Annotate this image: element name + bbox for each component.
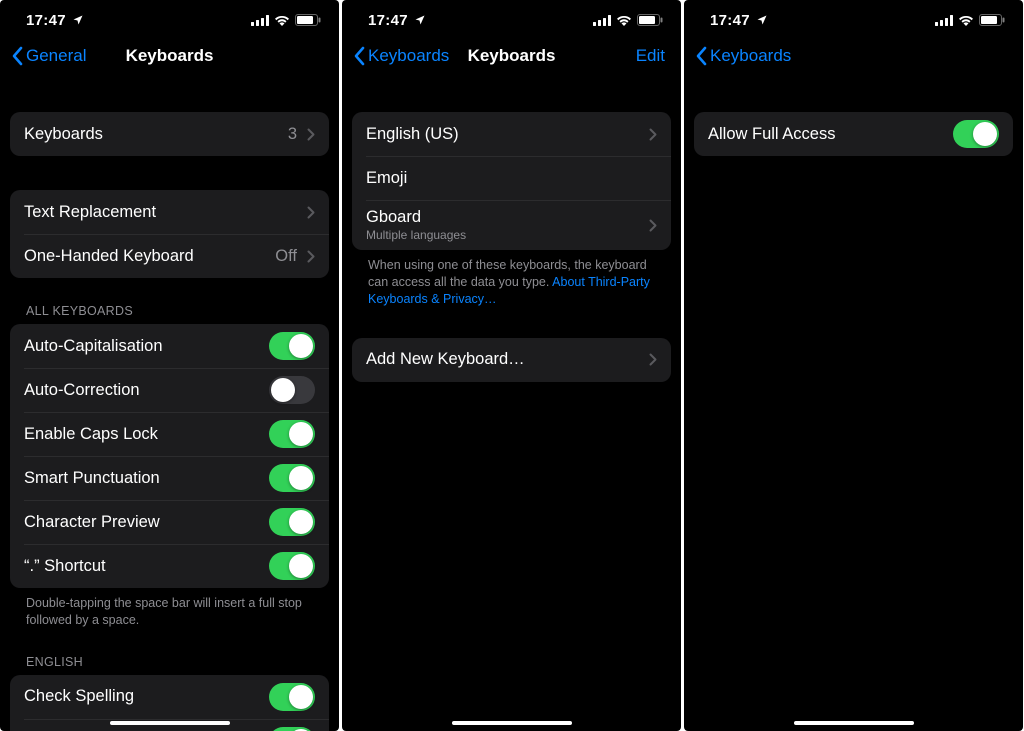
cellular-icon — [251, 15, 269, 26]
cellular-icon — [593, 15, 611, 26]
section-footer-dot-shortcut: Double-tapping the space bar will insert… — [10, 588, 329, 629]
toggle-check-spelling[interactable] — [269, 683, 315, 711]
chevron-left-icon — [692, 46, 710, 66]
cell-value: 3 — [288, 125, 303, 144]
row-keyboards[interactable]: Keyboards 3 — [10, 112, 329, 156]
cell-sublabel: Multiple languages — [366, 228, 645, 242]
screen-keyboard-access: 17:47 Keyboards Allow Full Access — [684, 0, 1023, 731]
cell-label: Check Spelling — [24, 687, 134, 706]
back-label: Keyboards — [368, 46, 449, 66]
back-button[interactable]: Keyboards — [350, 46, 449, 66]
location-icon — [72, 14, 84, 26]
row-add-keyboard[interactable]: Add New Keyboard… — [352, 338, 671, 382]
home-indicator[interactable] — [794, 721, 914, 725]
edit-button[interactable]: Edit — [636, 46, 673, 66]
toggle-caps-lock[interactable] — [269, 420, 315, 448]
nav-bar: General Keyboards — [0, 34, 339, 78]
cell-label: Enable Caps Lock — [24, 425, 158, 444]
nav-bar: Keyboards — [684, 34, 1023, 78]
status-time: 17:47 — [710, 12, 750, 29]
back-button[interactable]: General — [8, 46, 86, 66]
status-bar: 17:47 — [0, 0, 339, 34]
cell-label: Auto-Correction — [24, 381, 140, 400]
chevron-right-icon — [307, 250, 315, 263]
cell-label: Add New Keyboard… — [366, 350, 525, 369]
battery-icon — [295, 14, 321, 26]
back-label: Keyboards — [710, 46, 791, 66]
cell-label: Keyboards — [24, 125, 103, 144]
section-footer-privacy: When using one of these keyboards, the k… — [352, 250, 671, 308]
chevron-right-icon — [649, 128, 657, 141]
cell-label: English (US) — [366, 125, 645, 144]
row-text-replacement[interactable]: Text Replacement — [10, 190, 329, 234]
section-header-english: ENGLISH — [10, 655, 329, 675]
chevron-right-icon — [649, 353, 657, 366]
row-auto-cap[interactable]: Auto-Capitalisation — [10, 324, 329, 368]
back-button[interactable]: Keyboards — [692, 46, 791, 66]
row-keyboard-item[interactable]: GboardMultiple languages — [352, 200, 671, 250]
status-bar: 17:47 — [342, 0, 681, 34]
chevron-left-icon — [8, 46, 26, 66]
cell-label: “.” Shortcut — [24, 557, 106, 576]
cell-label: Character Preview — [24, 513, 160, 532]
toggle-auto-corr[interactable] — [269, 376, 315, 404]
toggle-dot-shortcut[interactable] — [269, 552, 315, 580]
row-caps-lock[interactable]: Enable Caps Lock — [10, 412, 329, 456]
toggle-smart-punc[interactable] — [269, 464, 315, 492]
cell-value: Off — [275, 247, 303, 266]
chevron-right-icon — [307, 128, 315, 141]
row-smart-punc[interactable]: Smart Punctuation — [10, 456, 329, 500]
row-keyboard-item[interactable]: Emoji — [352, 156, 671, 200]
status-time: 17:47 — [26, 12, 66, 29]
cell-label: Emoji — [366, 169, 407, 188]
screen-keyboards-settings: 17:47 Ge — [0, 0, 339, 731]
location-icon — [756, 14, 768, 26]
cell-label: One-Handed Keyboard — [24, 247, 194, 266]
row-check-spelling[interactable]: Check Spelling — [10, 675, 329, 719]
battery-icon — [979, 14, 1005, 26]
chevron-left-icon — [350, 46, 368, 66]
toggle-allow-full-access[interactable] — [953, 120, 999, 148]
row-char-preview[interactable]: Character Preview — [10, 500, 329, 544]
cellular-icon — [935, 15, 953, 26]
cell-label: Text Replacement — [24, 203, 156, 222]
toggle-predictive[interactable] — [269, 727, 315, 731]
screen-keyboards-list: 17:47 Keyboards Keyboards Edit English (… — [342, 0, 681, 731]
home-indicator[interactable] — [110, 721, 230, 725]
cell-label: Smart Punctuation — [24, 469, 160, 488]
section-header-all-keyboards: ALL KEYBOARDS — [10, 304, 329, 324]
row-keyboard-item[interactable]: English (US) — [352, 112, 671, 156]
row-auto-corr[interactable]: Auto-Correction — [10, 368, 329, 412]
cell-label: Allow Full Access — [708, 125, 835, 144]
toggle-auto-cap[interactable] — [269, 332, 315, 360]
cell-label: Auto-Capitalisation — [24, 337, 163, 356]
row-allow-full-access[interactable]: Allow Full Access — [694, 112, 1013, 156]
cell-label: Gboard — [366, 208, 645, 227]
chevron-right-icon — [307, 206, 315, 219]
status-bar: 17:47 — [684, 0, 1023, 34]
chevron-right-icon — [649, 219, 657, 232]
status-time: 17:47 — [368, 12, 408, 29]
wifi-icon — [274, 15, 290, 26]
location-icon — [414, 14, 426, 26]
battery-icon — [637, 14, 663, 26]
back-label: General — [26, 46, 86, 66]
nav-bar: Keyboards Keyboards Edit — [342, 34, 681, 78]
row-dot-shortcut[interactable]: “.” Shortcut — [10, 544, 329, 588]
home-indicator[interactable] — [452, 721, 572, 725]
row-one-handed[interactable]: One-Handed Keyboard Off — [10, 234, 329, 278]
toggle-char-preview[interactable] — [269, 508, 315, 536]
wifi-icon — [958, 15, 974, 26]
wifi-icon — [616, 15, 632, 26]
